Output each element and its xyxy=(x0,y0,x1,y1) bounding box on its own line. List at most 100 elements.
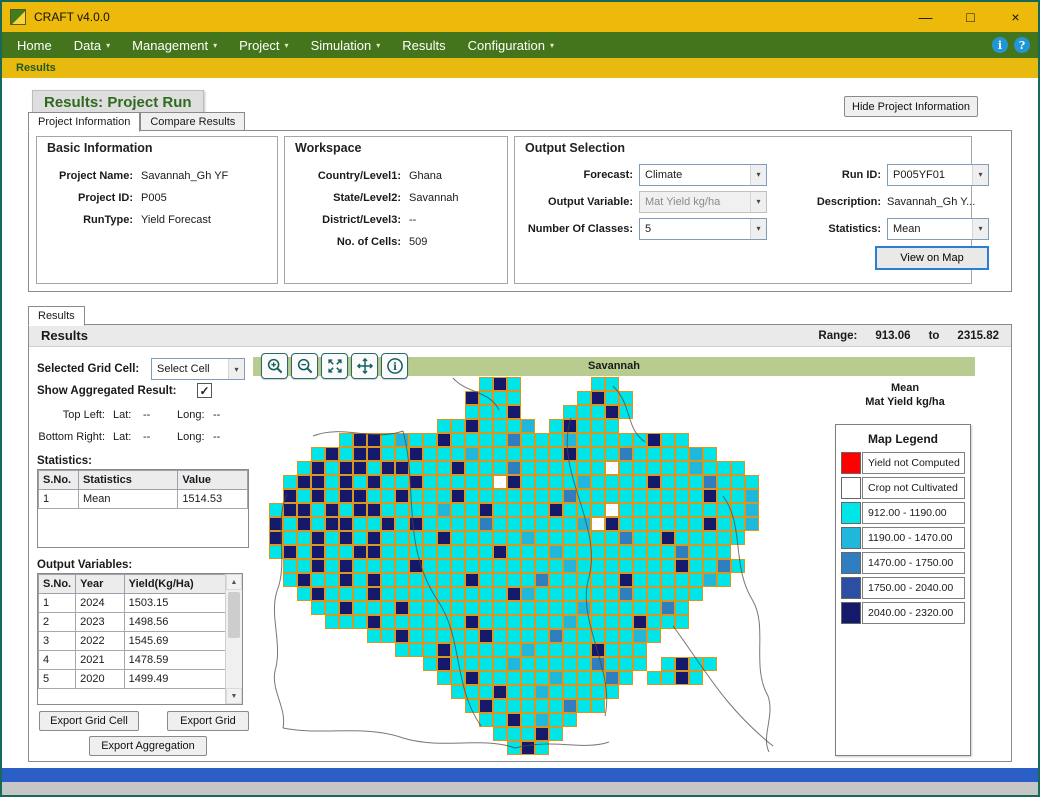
map-cell[interactable] xyxy=(409,587,423,601)
map-cell[interactable] xyxy=(675,657,689,671)
map-cell[interactable] xyxy=(395,433,409,447)
map-cell[interactable] xyxy=(451,447,465,461)
map-cell[interactable] xyxy=(619,587,633,601)
map-cell[interactable] xyxy=(451,475,465,489)
map-cell[interactable] xyxy=(381,559,395,573)
map-cell[interactable] xyxy=(703,475,717,489)
map-cell[interactable] xyxy=(465,699,479,713)
map-cell[interactable] xyxy=(591,433,605,447)
map-cell[interactable] xyxy=(451,461,465,475)
map-cell[interactable] xyxy=(507,461,521,475)
map-cell[interactable] xyxy=(493,643,507,657)
map-cell[interactable] xyxy=(451,643,465,657)
tab-compare-results[interactable]: Compare Results xyxy=(140,112,246,131)
map-cell[interactable] xyxy=(577,405,591,419)
map-cell[interactable] xyxy=(395,629,409,643)
map-cell[interactable] xyxy=(605,391,619,405)
map-cell[interactable] xyxy=(409,433,423,447)
map-cell[interactable] xyxy=(423,587,437,601)
export-grid-button[interactable]: Export Grid xyxy=(167,711,249,731)
map-cell[interactable] xyxy=(409,601,423,615)
map-cell[interactable] xyxy=(437,587,451,601)
map-cell[interactable] xyxy=(591,461,605,475)
map-cell[interactable] xyxy=(731,489,745,503)
map-cell[interactable] xyxy=(325,545,339,559)
map-cell[interactable] xyxy=(353,615,367,629)
map-cell[interactable] xyxy=(675,433,689,447)
map-cell[interactable] xyxy=(479,447,493,461)
map-cell[interactable] xyxy=(465,545,479,559)
map-cell[interactable] xyxy=(689,489,703,503)
map-cell[interactable] xyxy=(367,433,381,447)
map-cell[interactable] xyxy=(703,447,717,461)
map-cell[interactable] xyxy=(535,573,549,587)
map-cell[interactable] xyxy=(647,629,661,643)
map-cell[interactable] xyxy=(269,531,283,545)
map-cell[interactable] xyxy=(507,629,521,643)
map-cell[interactable] xyxy=(535,685,549,699)
map-cell[interactable] xyxy=(479,671,493,685)
map-cell[interactable] xyxy=(591,545,605,559)
map-cell[interactable] xyxy=(731,559,745,573)
map-cell[interactable] xyxy=(283,475,297,489)
map-cell[interactable] xyxy=(325,517,339,531)
map-cell[interactable] xyxy=(409,461,423,475)
map-cell[interactable] xyxy=(451,545,465,559)
map-cell[interactable] xyxy=(577,391,591,405)
map-cell[interactable] xyxy=(577,587,591,601)
map-cell[interactable] xyxy=(563,531,577,545)
map-cell[interactable] xyxy=(325,461,339,475)
map-cell[interactable] xyxy=(297,531,311,545)
map-cell[interactable] xyxy=(437,531,451,545)
map-cell[interactable] xyxy=(605,461,619,475)
map-cell[interactable] xyxy=(479,489,493,503)
map-cell[interactable] xyxy=(549,461,563,475)
map-cell[interactable] xyxy=(493,699,507,713)
help-icon[interactable]: ? xyxy=(1014,37,1030,53)
map-cell[interactable] xyxy=(395,587,409,601)
map-cell[interactable] xyxy=(549,447,563,461)
map-cell[interactable] xyxy=(633,559,647,573)
map-cell[interactable] xyxy=(353,573,367,587)
map-cell[interactable] xyxy=(661,545,675,559)
map-cell[interactable] xyxy=(605,559,619,573)
table-row[interactable]: 4 2021 1478.59 xyxy=(38,650,227,670)
map-cell[interactable] xyxy=(423,447,437,461)
map-cell[interactable] xyxy=(367,503,381,517)
map-cell[interactable] xyxy=(409,517,423,531)
map-cell[interactable] xyxy=(479,601,493,615)
map-cell[interactable] xyxy=(353,545,367,559)
map-cell[interactable] xyxy=(605,419,619,433)
map-cell[interactable] xyxy=(549,573,563,587)
export-grid-cell-button[interactable]: Export Grid Cell xyxy=(39,711,139,731)
map-cell[interactable] xyxy=(675,573,689,587)
map-cell[interactable] xyxy=(493,531,507,545)
map-cell[interactable] xyxy=(689,657,703,671)
map-cell[interactable] xyxy=(689,461,703,475)
map-cell[interactable] xyxy=(325,573,339,587)
map-cell[interactable] xyxy=(521,657,535,671)
map-cell[interactable] xyxy=(283,503,297,517)
map-cell[interactable] xyxy=(549,601,563,615)
map-cell[interactable] xyxy=(605,615,619,629)
map-cell[interactable] xyxy=(563,573,577,587)
map-cell[interactable] xyxy=(605,531,619,545)
map-cell[interactable] xyxy=(591,503,605,517)
map-cell[interactable] xyxy=(395,531,409,545)
map-cell[interactable] xyxy=(521,671,535,685)
map-cell[interactable] xyxy=(577,517,591,531)
map-cell[interactable] xyxy=(451,587,465,601)
map-cell[interactable] xyxy=(689,531,703,545)
map-cell[interactable] xyxy=(563,461,577,475)
map-cell[interactable] xyxy=(367,615,381,629)
map-cell[interactable] xyxy=(353,503,367,517)
map-cell[interactable] xyxy=(605,671,619,685)
map-cell[interactable] xyxy=(563,447,577,461)
map-cell[interactable] xyxy=(577,503,591,517)
map-cell[interactable] xyxy=(451,601,465,615)
map-cell[interactable] xyxy=(465,643,479,657)
map-cell[interactable] xyxy=(633,545,647,559)
map-cell[interactable] xyxy=(521,503,535,517)
map-cell[interactable] xyxy=(423,503,437,517)
map-cell[interactable] xyxy=(409,447,423,461)
